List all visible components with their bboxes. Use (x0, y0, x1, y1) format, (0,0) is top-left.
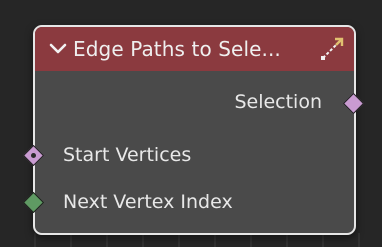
edge-path-select-icon (318, 35, 346, 63)
start-vertices-socket-dot (29, 151, 38, 160)
chevron-down-icon[interactable] (43, 27, 73, 71)
input-start-vertices: Start Vertices (63, 140, 191, 170)
edge-paths-to-selection-node[interactable]: Edge Paths to Sele... Selection Start Ve… (33, 25, 356, 235)
node-header[interactable]: Edge Paths to Sele... (35, 27, 354, 71)
grid-backdrop (0, 233, 382, 247)
node-title: Edge Paths to Sele... (73, 37, 281, 61)
input-start-vertices-label: Start Vertices (63, 144, 192, 166)
output-selection: Selection (234, 87, 322, 117)
output-selection-label: Selection (234, 91, 322, 113)
input-next-vertex-index-label: Next Vertex Index (63, 191, 233, 213)
input-next-vertex-index: Next Vertex Index (63, 187, 233, 217)
node-editor-canvas[interactable]: Edge Paths to Sele... Selection Start Ve… (0, 0, 382, 247)
